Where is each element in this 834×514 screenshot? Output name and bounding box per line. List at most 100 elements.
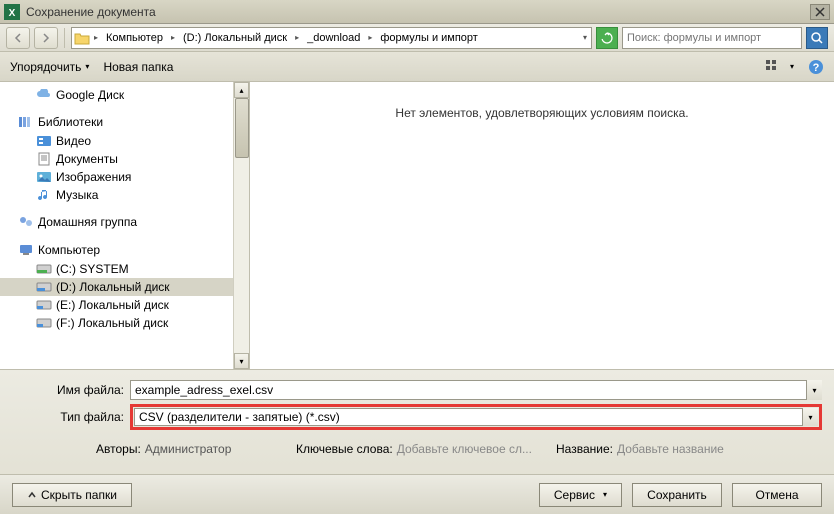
scroll-down-button[interactable]: ▾ (234, 353, 249, 369)
scroll-up-button[interactable]: ▴ (234, 82, 249, 98)
tree-label: Музыка (56, 188, 98, 202)
filename-label: Имя файла: (12, 383, 130, 397)
authors-field[interactable]: Авторы: Администратор (96, 442, 296, 456)
authors-label: Авторы: (96, 442, 141, 456)
tree-label: (E:) Локальный диск (56, 298, 169, 312)
organize-button[interactable]: Упорядочить ▾ (10, 60, 89, 74)
chevron-right-icon[interactable]: ▸ (293, 33, 301, 42)
tree-label: (C:) SYSTEM (56, 262, 129, 276)
tree-item-drive-d[interactable]: (D:) Локальный диск (0, 278, 234, 296)
nav-separator (64, 28, 65, 48)
forward-icon (39, 31, 53, 45)
bottom-bar: Скрыть папки Сервис Сохранить Отмена (0, 474, 834, 514)
tree-item-google-disk[interactable]: Google Диск (0, 86, 234, 104)
tree-label: Изображения (56, 170, 131, 184)
filetype-label: Тип файла: (12, 410, 130, 424)
search-icon (810, 31, 824, 45)
tree-item-drive-e[interactable]: (E:) Локальный диск (0, 296, 234, 314)
back-icon (11, 31, 25, 45)
filetype-dropdown-button[interactable]: ▾ (802, 408, 818, 426)
chevron-down-icon: ▾ (790, 62, 794, 71)
toolbar: Упорядочить ▾ Новая папка ▾ ? (0, 52, 834, 82)
close-button[interactable] (810, 4, 830, 20)
breadcrumb-segment[interactable]: Компьютер (102, 29, 167, 47)
refresh-icon (600, 31, 614, 45)
chevron-right-icon[interactable]: ▸ (92, 33, 100, 42)
chevron-right-icon[interactable]: ▸ (169, 33, 177, 42)
tree-label: (F:) Локальный диск (56, 316, 168, 330)
svg-text:X: X (9, 8, 16, 19)
organize-label: Упорядочить (10, 60, 81, 74)
drive-icon (36, 297, 52, 313)
chevron-down-icon[interactable]: ▾ (581, 33, 589, 42)
tree-label: Google Диск (56, 88, 124, 102)
breadcrumb-segment[interactable]: _download (303, 29, 364, 47)
tree-item-music[interactable]: Музыка (0, 186, 234, 204)
save-button[interactable]: Сохранить (632, 483, 722, 507)
tree-group-libraries[interactable]: Библиотеки (0, 112, 234, 132)
search-button[interactable] (806, 27, 828, 49)
tree-item-drive-f[interactable]: (F:) Локальный диск (0, 314, 234, 332)
metadata-row: Авторы: Администратор Ключевые слова: До… (12, 442, 822, 456)
authors-value: Администратор (145, 442, 232, 456)
save-label: Сохранить (647, 488, 707, 502)
keywords-field[interactable]: Ключевые слова: Добавьте ключевое сл... (296, 442, 556, 456)
breadcrumb-segment[interactable]: формулы и импорт (376, 29, 482, 47)
close-icon (815, 7, 825, 17)
address-bar[interactable]: ▸ Компьютер ▸ (D:) Локальный диск ▸ _dow… (71, 27, 592, 49)
content-pane: Нет элементов, удовлетворяющих условиям … (250, 82, 834, 369)
folder-tree: Google Диск Библиотеки Видео Документы И… (0, 82, 250, 369)
drive-icon (36, 261, 52, 277)
filetype-row: Тип файла: CSV (разделители - запятые) (… (12, 404, 822, 430)
view-options-button[interactable]: ▾ (766, 60, 794, 74)
filetype-select[interactable]: CSV (разделители - запятые) (*.csv) (134, 408, 818, 426)
refresh-button[interactable] (596, 27, 618, 49)
tree-group-homegroup[interactable]: Домашняя группа (0, 212, 234, 232)
empty-message: Нет элементов, удовлетворяющих условиям … (395, 106, 688, 120)
tree-label: Домашняя группа (38, 215, 137, 229)
pictures-icon (36, 169, 52, 185)
homegroup-icon (18, 214, 34, 230)
keywords-placeholder: Добавьте ключевое сл... (397, 442, 532, 456)
tree-item-drive-c[interactable]: (C:) SYSTEM (0, 260, 234, 278)
tree-label: Библиотеки (38, 115, 103, 129)
back-button[interactable] (6, 27, 30, 49)
filename-input[interactable]: example_adress_exel.csv (130, 380, 822, 400)
title-meta-label: Название: (556, 442, 613, 456)
title-meta-field[interactable]: Название: Добавьте название (556, 442, 724, 456)
scroll-thumb[interactable] (235, 98, 249, 158)
forward-button[interactable] (34, 27, 58, 49)
filename-field-wrapper: example_adress_exel.csv ▾ (130, 380, 822, 400)
documents-icon (36, 151, 52, 167)
navbar: ▸ Компьютер ▸ (D:) Локальный диск ▸ _dow… (0, 24, 834, 52)
tree-item-documents[interactable]: Документы (0, 150, 234, 168)
help-icon: ? (808, 59, 824, 75)
tree-item-pictures[interactable]: Изображения (0, 168, 234, 186)
title-meta-placeholder: Добавьте название (617, 442, 724, 456)
new-folder-label: Новая папка (103, 60, 173, 74)
tree-item-video[interactable]: Видео (0, 132, 234, 150)
filename-value: example_adress_exel.csv (135, 383, 273, 397)
search-input[interactable] (623, 32, 801, 44)
search-box (622, 27, 802, 49)
main-area: Google Диск Библиотеки Видео Документы И… (0, 82, 834, 370)
tree-group-computer[interactable]: Компьютер (0, 240, 234, 260)
tools-button[interactable]: Сервис (539, 483, 622, 507)
chevron-up-icon (27, 490, 37, 500)
breadcrumb-segment[interactable]: (D:) Локальный диск (179, 29, 291, 47)
tree-label: Компьютер (38, 243, 100, 257)
libraries-icon (18, 114, 34, 130)
computer-icon (18, 242, 34, 258)
drive-icon (36, 315, 52, 331)
help-button[interactable]: ? (808, 59, 824, 75)
tree-scrollbar[interactable]: ▴ ▾ (233, 82, 249, 369)
cancel-button[interactable]: Отмена (732, 483, 822, 507)
hide-folders-button[interactable]: Скрыть папки (12, 483, 132, 507)
tree-label: Документы (56, 152, 118, 166)
titlebar: X Сохранение документа (0, 0, 834, 24)
chevron-right-icon[interactable]: ▸ (366, 33, 374, 42)
filename-dropdown-button[interactable]: ▾ (806, 380, 822, 400)
music-icon (36, 187, 52, 203)
new-folder-button[interactable]: Новая папка (103, 60, 173, 74)
svg-text:?: ? (813, 62, 820, 74)
